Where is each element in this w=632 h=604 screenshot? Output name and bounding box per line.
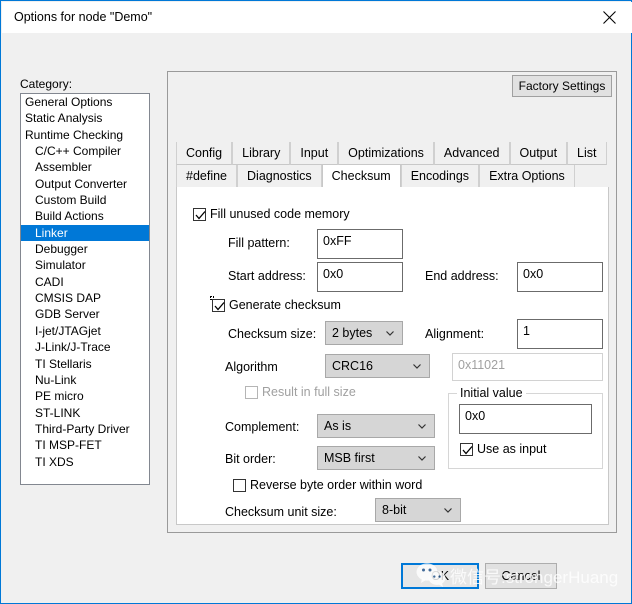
chevron-down-icon: [443, 505, 453, 515]
sidebar-item-build-actions[interactable]: Build Actions: [21, 208, 149, 224]
tab-library[interactable]: Library: [232, 142, 291, 165]
category-label: Category:: [20, 77, 73, 91]
sidebar-item-cmsis-dap[interactable]: CMSIS DAP: [21, 290, 149, 306]
sidebar-item-c-c-compiler[interactable]: C/C++ Compiler: [21, 143, 149, 159]
tab-advanced[interactable]: Advanced: [433, 142, 510, 165]
fill-pattern-label: Fill pattern:: [228, 236, 290, 250]
checksum-unit-size-value: 8-bit: [382, 503, 407, 517]
complement-dropdown[interactable]: As is: [317, 414, 435, 438]
tab-extra-options[interactable]: Extra Options: [479, 165, 575, 188]
category-list[interactable]: General Options Static Analysis Runtime Ch…: [20, 93, 150, 485]
sidebar-item-ti-msp-fet[interactable]: TI MSP-FET: [21, 437, 149, 453]
sidebar-item-st-link[interactable]: ST-LINK: [21, 405, 149, 421]
fill-unused-code-memory-label: Fill unused code memory: [210, 207, 350, 221]
options-dialog: Options for node "Demo" Category: Genera…: [0, 0, 632, 604]
bit-order-dropdown[interactable]: MSB first: [317, 446, 435, 470]
result-in-full-size-label: Result in full size: [262, 385, 356, 399]
sidebar-item-ti-stellaris[interactable]: TI Stellaris: [21, 356, 149, 372]
fill-pattern-input[interactable]: 0xFF: [317, 229, 403, 259]
window-title: Options for node "Demo": [14, 10, 153, 24]
sidebar-item-simulator[interactable]: Simulator: [21, 257, 149, 273]
title-bar: Options for node "Demo": [2, 2, 632, 33]
tab-output[interactable]: Output: [509, 142, 568, 165]
sidebar-item-ti-xds[interactable]: TI XDS: [21, 454, 149, 470]
checksum-unit-size-dropdown[interactable]: 8-bit: [375, 498, 461, 522]
sidebar-item-gdb-server[interactable]: GDB Server: [21, 306, 149, 322]
sidebar-item-general-options[interactable]: General Options: [21, 94, 149, 110]
start-address-label: Start address:: [228, 269, 306, 283]
sidebar-item-nu-link[interactable]: Nu-Link: [21, 372, 149, 388]
checkbox-box: [245, 386, 258, 399]
tab-row-1: Config Library Input Optimizations Advanced O…: [176, 142, 607, 165]
sidebar-item-third-party-driver[interactable]: Third-Party Driver: [21, 421, 149, 437]
initial-value-group-title: Initial value: [457, 386, 526, 400]
complement-value: As is: [324, 419, 352, 433]
sidebar-item-output-converter[interactable]: Output Converter: [21, 176, 149, 192]
close-icon[interactable]: [586, 2, 632, 33]
alignment-label: Alignment:: [425, 327, 485, 341]
checkbox-box: [212, 299, 225, 312]
algorithm-value: CRC16: [332, 359, 373, 373]
tab-strip: Config Library Input Optimizations Advanced O…: [176, 142, 609, 188]
chevron-down-icon: [417, 453, 427, 463]
tab-list[interactable]: List: [567, 142, 607, 165]
reverse-byte-order-label: Reverse byte order within word: [250, 478, 423, 492]
algorithm-dropdown[interactable]: CRC16: [325, 354, 430, 378]
cancel-button[interactable]: Cancel: [485, 563, 557, 589]
sidebar-item-runtime-checking[interactable]: Runtime Checking: [21, 127, 149, 143]
checkbox-box: [460, 443, 473, 456]
sidebar-item-debugger[interactable]: Debugger: [21, 241, 149, 257]
tab-define[interactable]: #define: [176, 165, 238, 188]
bit-order-label: Bit order:: [225, 452, 276, 466]
initial-value-group: Initial value 0x0 Use as input: [448, 386, 603, 469]
checksum-tab-page: Fill unused code memory Fill pattern: 0x…: [176, 187, 609, 525]
tab-config[interactable]: Config: [176, 142, 233, 165]
tab-checksum[interactable]: Checksum: [321, 165, 401, 188]
end-address-label: End address:: [425, 269, 499, 283]
algorithm-label: Algorithm: [225, 360, 278, 374]
start-address-input[interactable]: 0x0: [317, 262, 403, 292]
tab-row-2: #define Diagnostics Checksum Encodings Extra…: [176, 165, 575, 188]
polynomial-input: 0x11021: [452, 353, 603, 381]
sidebar-item-assembler[interactable]: Assembler: [21, 159, 149, 175]
sidebar-item-i-jet-jtagjet[interactable]: I-jet/JTAGjet: [21, 323, 149, 339]
tab-diagnostics[interactable]: Diagnostics: [237, 165, 322, 188]
initial-value-input[interactable]: 0x0: [459, 404, 592, 434]
checksum-unit-size-label: Checksum unit size:: [225, 505, 337, 519]
chevron-down-icon: [412, 361, 422, 371]
sidebar-item-cadi[interactable]: CADI: [21, 274, 149, 290]
generate-checksum-label: Generate checksum: [229, 298, 341, 312]
use-as-input-label: Use as input: [477, 442, 547, 456]
tab-input[interactable]: Input: [290, 142, 339, 165]
checksum-size-dropdown[interactable]: 2 bytes: [325, 321, 403, 345]
end-address-input[interactable]: 0x0: [517, 262, 603, 292]
chevron-down-icon: [385, 328, 395, 338]
sidebar-item-j-link-j-trace[interactable]: J-Link/J-Trace: [21, 339, 149, 355]
tab-encodings[interactable]: Encodings: [400, 165, 480, 188]
checkbox-box: [193, 208, 206, 221]
sidebar-item-pe-micro[interactable]: PE micro: [21, 388, 149, 404]
tab-optimizations[interactable]: Optimizations: [338, 142, 434, 165]
bit-order-value: MSB first: [324, 451, 375, 465]
checksum-size-label: Checksum size:: [228, 327, 317, 341]
alignment-input[interactable]: 1: [517, 319, 603, 349]
sidebar-item-custom-build[interactable]: Custom Build: [21, 192, 149, 208]
sidebar-item-linker[interactable]: Linker: [21, 224, 149, 242]
sidebar-item-static-analysis[interactable]: Static Analysis: [21, 110, 149, 126]
checksum-size-value: 2 bytes: [332, 326, 373, 340]
factory-settings-button[interactable]: Factory Settings: [512, 75, 612, 97]
chevron-down-icon: [417, 421, 427, 431]
complement-label: Complement:: [225, 420, 300, 434]
checkbox-box: [233, 479, 246, 492]
ok-button[interactable]: OK: [401, 563, 479, 589]
